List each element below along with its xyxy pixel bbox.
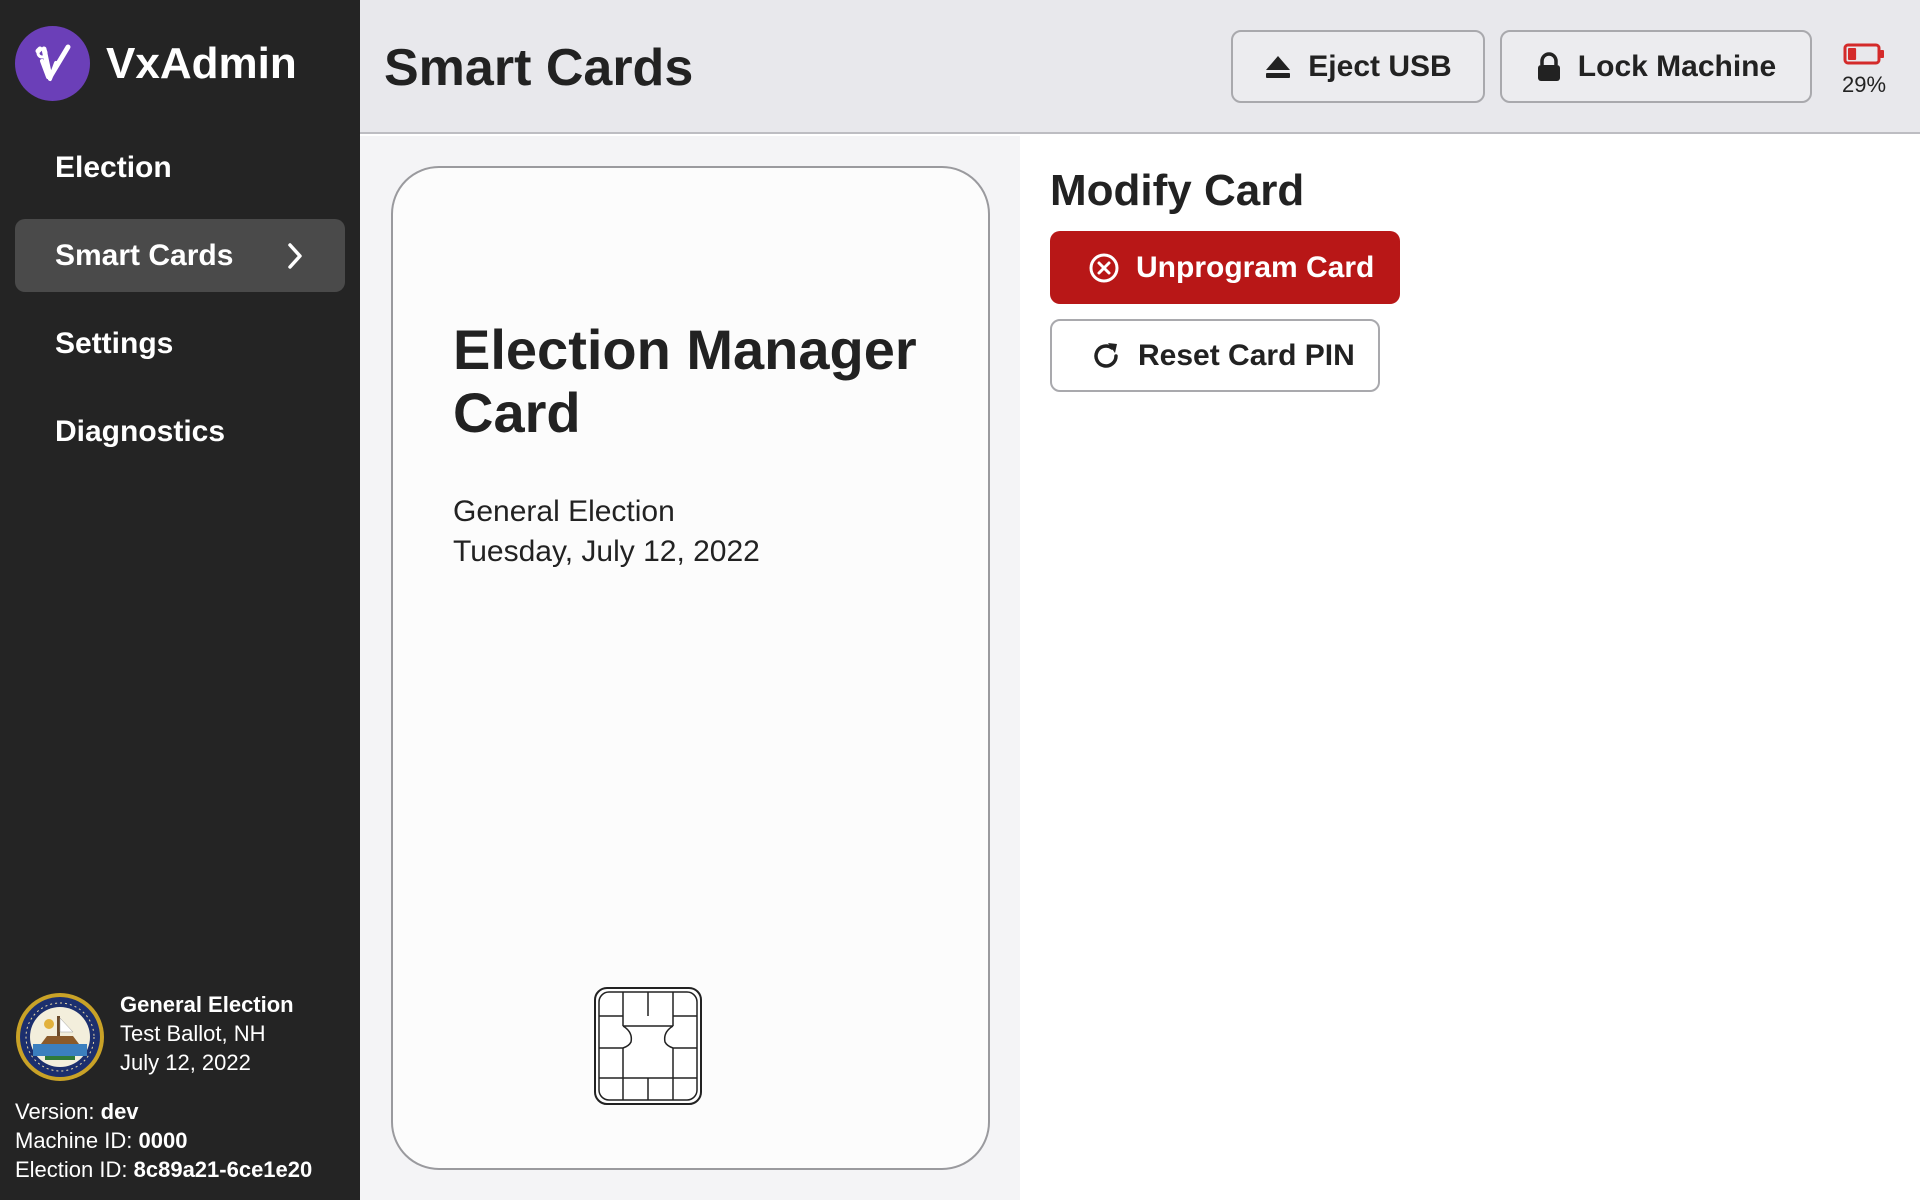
card-election-name: General Election	[453, 495, 675, 528]
lock-machine-button[interactable]: Lock Machine	[1500, 30, 1812, 103]
circle-x-icon	[1088, 252, 1120, 284]
machine-meta: Version: dev Machine ID: 0000 Election I…	[15, 1097, 312, 1184]
machine-id-label: Machine ID:	[15, 1128, 133, 1153]
version-value: dev	[100, 1099, 139, 1124]
eject-icon	[1264, 54, 1292, 80]
sidebar-item-settings[interactable]: Settings	[15, 307, 345, 380]
refresh-icon	[1090, 340, 1122, 372]
version-row: Version: dev	[15, 1097, 312, 1126]
vx-logo-icon	[15, 26, 90, 101]
unprogram-card-button[interactable]: Unprogram Card	[1050, 231, 1400, 304]
sidebar-item-label: Settings	[55, 326, 174, 360]
election-title: General Election	[120, 992, 294, 1017]
sidebar: VxAdmin Election Smart Cards Settings Di…	[0, 0, 360, 1200]
smart-card-chip-icon	[594, 987, 702, 1105]
election-date: July 12, 2022	[120, 1050, 251, 1075]
header: Smart Cards Eject USB Lock Machine 29%	[360, 0, 1920, 134]
card-pane: Election Manager Card General Election T…	[360, 136, 1020, 1200]
election-location: Test Ballot, NH	[120, 1021, 266, 1046]
eject-usb-button[interactable]: Eject USB	[1231, 30, 1485, 103]
sidebar-item-label: Election	[55, 150, 172, 184]
card-title: Election Manager Card	[453, 318, 917, 444]
battery-percent: 29%	[1841, 72, 1887, 97]
chevron-right-icon	[285, 241, 305, 271]
election-id-row: Election ID: 8c89a21-6ce1e20	[15, 1155, 312, 1184]
machine-id-value: 0000	[138, 1128, 188, 1153]
election-id-value: 8c89a21-6ce1e20	[133, 1157, 313, 1182]
sidebar-item-label: Diagnostics	[55, 414, 226, 448]
sidebar-item-label: Smart Cards	[55, 238, 234, 272]
smart-card-preview: Election Manager Card General Election T…	[391, 166, 990, 1170]
lock-machine-label: Lock Machine	[1577, 49, 1777, 83]
card-election-details: General Election Tuesday, July 12, 2022	[453, 492, 760, 572]
battery-low-icon	[1843, 43, 1884, 65]
card-election-date: Tuesday, July 12, 2022	[453, 535, 760, 568]
lock-icon	[1536, 51, 1562, 82]
sidebar-item-diagnostics[interactable]: Diagnostics	[15, 395, 345, 468]
sidebar-item-election[interactable]: Election	[15, 131, 345, 204]
sidebar-item-smart-cards[interactable]: Smart Cards	[15, 219, 345, 292]
brand: VxAdmin	[15, 26, 297, 101]
main-content: Election Manager Card General Election T…	[360, 136, 1920, 1200]
election-id-label: Election ID:	[15, 1157, 128, 1182]
reset-card-pin-label: Reset Card PIN	[1138, 338, 1355, 372]
election-info: General Election Test Ballot, NH July 12…	[15, 992, 294, 1082]
battery-status: 29%	[1834, 42, 1894, 98]
version-label: Version:	[15, 1099, 95, 1124]
modify-card-title: Modify Card	[1050, 166, 1305, 215]
machine-id-row: Machine ID: 0000	[15, 1126, 312, 1155]
unprogram-card-label: Unprogram Card	[1136, 250, 1375, 284]
election-summary: General Election Test Ballot, NH July 12…	[120, 990, 294, 1077]
page-title: Smart Cards	[384, 39, 694, 97]
sidebar-nav: Election Smart Cards Settings Diagnostic…	[15, 131, 345, 483]
eject-usb-label: Eject USB	[1308, 49, 1452, 83]
reset-card-pin-button[interactable]: Reset Card PIN	[1050, 319, 1380, 392]
app-name: VxAdmin	[106, 38, 297, 88]
nh-state-seal-icon	[16, 993, 104, 1081]
